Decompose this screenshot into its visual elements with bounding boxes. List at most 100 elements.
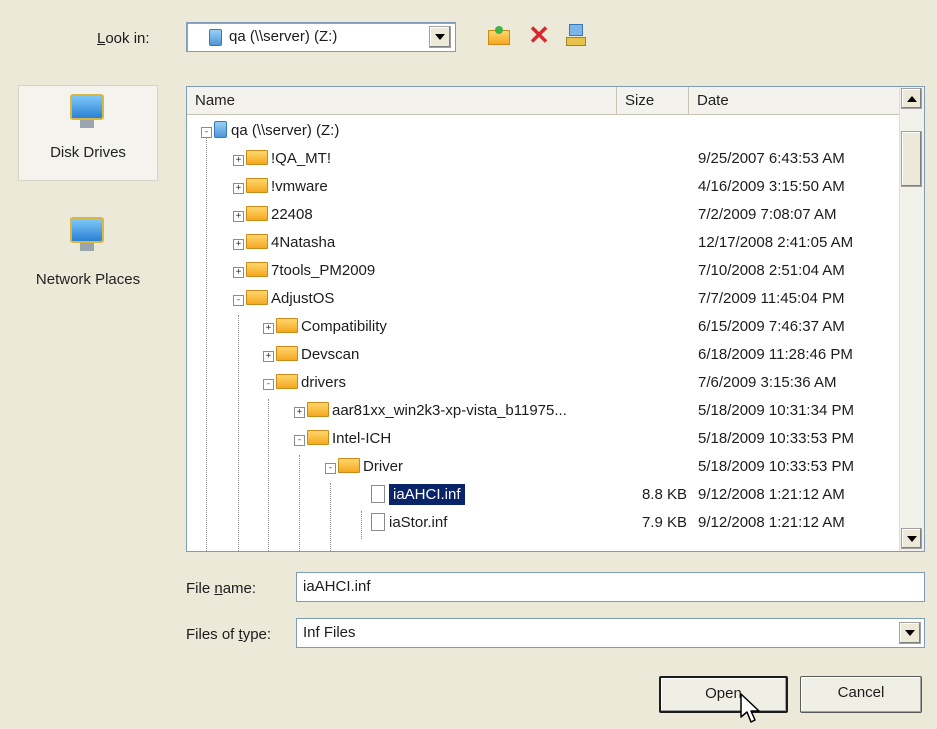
tree-file-row[interactable]: iaStor.inf 7.9 KB 9/12/2008 1:21:12 AM	[187, 509, 900, 537]
tree-folder-row[interactable]: - Intel-ICH 5/18/2009 10:33:53 PM	[187, 425, 900, 453]
places-bar: Disk Drives Network Places	[18, 85, 158, 305]
tree-item-name[interactable]: iaAHCI.inf	[358, 481, 465, 509]
tree-item-date: 12/17/2008 2:41:05 AM	[698, 234, 854, 251]
tree-item-name[interactable]: + Compatibility	[263, 313, 387, 341]
vertical-scrollbar[interactable]	[899, 87, 924, 551]
computer-icon	[68, 94, 108, 130]
tree-item-label: !vmware	[271, 178, 328, 195]
folder-icon	[276, 318, 298, 333]
expand-icon[interactable]: +	[263, 351, 274, 362]
tree-item-label: qa (\\server) (Z:)	[231, 122, 340, 139]
tree-item-date: 7/6/2009 3:15:36 AM	[698, 374, 837, 391]
file-icon	[371, 513, 385, 531]
scroll-down-button[interactable]	[901, 528, 922, 549]
tree-item-name[interactable]: + aar81xx_win2k3-xp-vista_b11975...	[294, 397, 567, 425]
expand-icon[interactable]: +	[263, 323, 274, 334]
tree-item-name[interactable]: +7tools_PM2009	[233, 257, 375, 285]
tree-item-name[interactable]: - qa (\\server) (Z:)	[201, 117, 339, 145]
tree-item-name[interactable]: + !vmware	[233, 173, 328, 201]
chevron-down-icon	[906, 535, 917, 542]
chevron-down-icon	[435, 34, 445, 40]
tree-folder-row[interactable]: + Devscan 6/18/2009 11:28:46 PM	[187, 341, 900, 369]
tree-folder-row[interactable]: + !QA_MT! 9/25/2007 6:43:53 AM	[187, 145, 900, 173]
collapse-icon[interactable]: -	[263, 379, 274, 390]
tree-item-label: iaStor.inf	[389, 514, 448, 531]
tree-item-label: aar81xx_win2k3-xp-vista_b11975...	[332, 402, 567, 419]
tree-folder-row[interactable]: - Driver 5/18/2009 10:33:53 PM	[187, 453, 900, 481]
column-header-size[interactable]: Size	[617, 87, 689, 115]
tree-folder-row[interactable]: +22408 7/2/2009 7:08:07 AM	[187, 201, 900, 229]
chevron-down-icon	[905, 630, 915, 636]
expand-icon[interactable]: +	[233, 155, 244, 166]
tree-item-label: !QA_MT!	[271, 150, 332, 167]
tree-item-date: 7/10/2008 2:51:04 AM	[698, 262, 845, 279]
collapse-icon[interactable]: -	[201, 127, 212, 138]
network-drive-icon	[209, 29, 222, 46]
tree-folder-row[interactable]: +4Natasha 12/17/2008 2:41:05 AM	[187, 229, 900, 257]
tree-folder-row[interactable]: - qa (\\server) (Z:)	[187, 117, 900, 145]
folder-icon	[246, 150, 268, 165]
collapse-icon[interactable]: -	[294, 435, 305, 446]
folder-icon	[276, 346, 298, 361]
tree-item-date: 5/18/2009 10:31:34 PM	[698, 402, 854, 419]
tree-item-date: 9/12/2008 1:21:12 AM	[698, 486, 845, 503]
place-network-places[interactable]: Network Places	[18, 213, 158, 293]
open-button[interactable]: Open	[659, 676, 788, 713]
tree-item-label: Driver	[363, 458, 403, 475]
expand-icon[interactable]: +	[233, 183, 244, 194]
new-folder-icon[interactable]	[566, 24, 586, 48]
place-disk-drives[interactable]: Disk Drives	[18, 85, 158, 181]
open-button-label: Open	[705, 685, 742, 702]
tree-item-label: iaAHCI.inf	[389, 484, 465, 505]
expand-icon[interactable]: +	[233, 239, 244, 250]
files-of-type-select[interactable]: Inf Files	[296, 618, 925, 648]
tree-item-date: 7/2/2009 7:08:07 AM	[698, 206, 837, 223]
scroll-up-button[interactable]	[901, 88, 922, 109]
look-in-combo[interactable]: qa (\\server) (Z:)	[186, 22, 456, 52]
tree-folder-row[interactable]: +7tools_PM2009 7/10/2008 2:51:04 AM	[187, 257, 900, 285]
collapse-icon[interactable]: -	[233, 295, 244, 306]
folder-icon	[338, 458, 360, 473]
delete-icon[interactable]: ✕	[527, 22, 551, 48]
folder-icon	[307, 430, 329, 445]
tree-folder-row[interactable]: - AdjustOS 7/7/2009 11:45:04 PM	[187, 285, 900, 313]
column-header-name[interactable]: Name	[187, 87, 617, 115]
files-of-type-label: Files of type:	[186, 626, 272, 643]
tree-item-date: 4/16/2009 3:15:50 AM	[698, 178, 845, 195]
tree-item-name[interactable]: +4Natasha	[233, 229, 335, 257]
tree-folder-row[interactable]: - drivers 7/6/2009 3:15:36 AM	[187, 369, 900, 397]
tree-folder-row[interactable]: + aar81xx_win2k3-xp-vista_b11975... 5/18/2…	[187, 397, 900, 425]
tree-item-name[interactable]: iaStor.inf	[358, 509, 447, 537]
tree-item-date: 6/15/2009 7:46:37 AM	[698, 318, 845, 335]
tree-item-label: 4Natasha	[271, 234, 336, 251]
tree-folder-row[interactable]: + !vmware 4/16/2009 3:15:50 AM	[187, 173, 900, 201]
tree-item-date: 5/18/2009 10:33:53 PM	[698, 458, 854, 475]
up-folder-icon[interactable]	[488, 26, 510, 46]
look-in-dropdown-button[interactable]	[429, 26, 451, 48]
file-name-input[interactable]: iaAHCI.inf	[296, 572, 925, 602]
network-icon	[68, 217, 108, 253]
scroll-thumb[interactable]	[901, 131, 922, 187]
tree-item-name[interactable]: + Devscan	[263, 341, 359, 369]
column-header-date[interactable]: Date	[689, 87, 900, 115]
tree-item-name[interactable]: + !QA_MT!	[233, 145, 331, 173]
folder-icon	[307, 402, 329, 417]
file-tree-list[interactable]: Name Size Date - qa (\\server) (Z:) + !QA_M…	[186, 86, 925, 552]
tree-folder-row[interactable]: + Compatibility 6/15/2009 7:46:37 AM	[187, 313, 900, 341]
files-of-type-dropdown-button[interactable]	[899, 622, 921, 644]
tree-file-row[interactable]: iaAHCI.inf 8.8 KB 9/12/2008 1:21:12 AM	[187, 481, 900, 509]
expand-icon[interactable]: +	[233, 211, 244, 222]
look-in-label: Look in:	[97, 30, 150, 47]
tree-item-name[interactable]: - Intel-ICH	[294, 425, 391, 453]
tree-item-name[interactable]: - Driver	[325, 453, 403, 481]
cancel-button-label: Cancel	[837, 684, 885, 701]
tree-item-name[interactable]: - AdjustOS	[233, 285, 334, 313]
cancel-button[interactable]: Cancel	[800, 676, 922, 713]
expand-icon[interactable]: +	[294, 407, 305, 418]
tree-item-name[interactable]: +22408	[233, 201, 313, 229]
tree-item-name[interactable]: - drivers	[263, 369, 346, 397]
tree-item-date: 6/18/2009 11:28:46 PM	[698, 346, 853, 363]
expand-icon[interactable]: +	[233, 267, 244, 278]
folder-icon	[246, 206, 268, 221]
collapse-icon[interactable]: -	[325, 463, 336, 474]
